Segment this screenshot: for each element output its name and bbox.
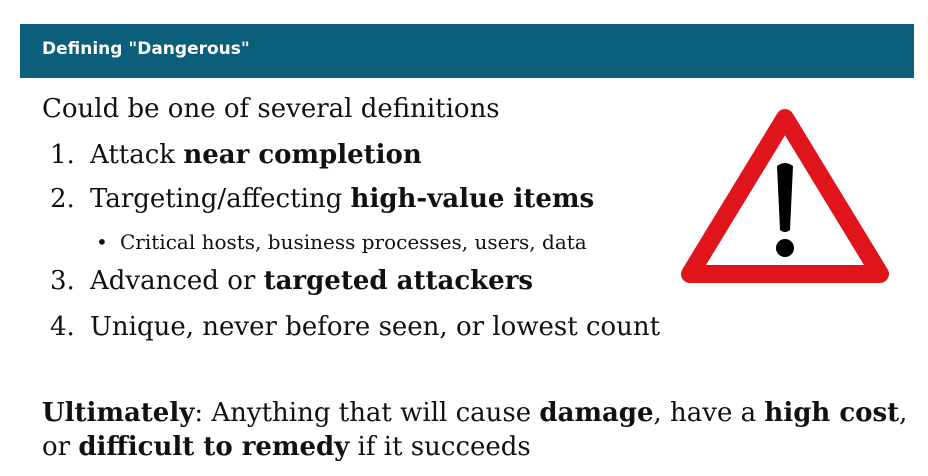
- list-item: 2. Targeting/affecting high-value items: [50, 184, 594, 214]
- conclusion-label: Ultimately: [42, 398, 195, 428]
- list-text: Targeting/affecting: [90, 184, 351, 214]
- list-text: Unique, never before seen, or lowest cou…: [90, 312, 661, 342]
- conclusion-emphasis: high cost: [764, 398, 900, 428]
- list-emphasis: targeted attackers: [263, 266, 534, 296]
- list-number: 2.: [50, 184, 75, 214]
- list-number: 4.: [50, 312, 75, 342]
- sub-list-text: Critical hosts, business processes, user…: [120, 230, 587, 254]
- sub-list-item: • Critical hosts, business processes, use…: [96, 230, 587, 254]
- conclusion-text: Ultimately: Anything that will cause dam…: [42, 396, 912, 464]
- exclamation-dot: [776, 239, 794, 257]
- conclusion-part: if it succeeds: [349, 432, 531, 462]
- list-item: 4. Unique, never before seen, or lowest c…: [50, 312, 660, 342]
- list-item: 1. Attack near completion: [50, 140, 422, 170]
- intro-text: Could be one of several definitions: [42, 94, 500, 124]
- conclusion-part: ,: [899, 398, 908, 428]
- list-text: Advanced or: [90, 266, 264, 296]
- warning-triangle-icon: [681, 109, 889, 283]
- slide-title: Defining "Dangerous": [42, 39, 250, 59]
- conclusion-part: , have a: [653, 398, 765, 428]
- conclusion-part: or: [42, 432, 79, 462]
- list-number: 3.: [50, 266, 75, 296]
- slide: Defining "Dangerous" Could be one of sev…: [0, 0, 928, 476]
- list-text: Attack: [90, 140, 184, 170]
- bullet-icon: •: [96, 230, 108, 254]
- list-item: 3. Advanced or targeted attackers: [50, 266, 533, 296]
- conclusion-emphasis: damage: [539, 398, 654, 428]
- list-emphasis: near completion: [183, 140, 422, 170]
- title-bar: Defining "Dangerous": [20, 24, 914, 78]
- conclusion-part: : Anything that will cause: [194, 398, 540, 428]
- list-number: 1.: [50, 140, 75, 170]
- list-emphasis: high-value items: [350, 184, 595, 214]
- conclusion-emphasis: difficult to remedy: [78, 432, 350, 462]
